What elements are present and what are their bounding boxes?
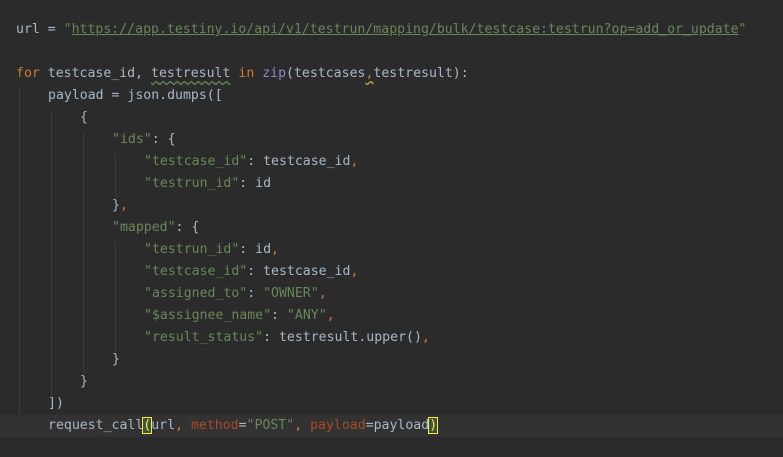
- code-text: : {: [151, 132, 176, 147]
- argument-url: url: [151, 418, 176, 433]
- code-line-mapped-testcase-id[interactable]: "testcase_id": testcase_id,: [144, 261, 358, 283]
- code-line-ids-testcase-id[interactable]: "testcase_id": testcase_id,: [144, 151, 358, 173]
- indent-guide: [115, 154, 116, 198]
- code-text: : testcase_id: [247, 264, 351, 279]
- code-text: : testcase_id: [247, 154, 351, 169]
- dict-key: "testrun_id": [144, 176, 240, 191]
- builtin-zip: zip: [262, 66, 287, 81]
- comma: ,: [318, 286, 327, 301]
- code-line-for-loop[interactable]: for testcase_id, testresult in zip(testc…: [16, 63, 469, 85]
- dict-key: "assigned_to": [144, 286, 248, 301]
- code-text: }: [112, 198, 120, 213]
- string-quote: ": [63, 22, 72, 37]
- code-line-result-status[interactable]: "result_status": testresult.upper(),: [144, 327, 430, 349]
- dict-key: "$assignee_name": [144, 308, 272, 323]
- comma: ,: [175, 418, 191, 433]
- code-line-close-mapped[interactable]: }: [112, 349, 120, 371]
- dict-key: "testcase_id": [144, 154, 248, 169]
- string-value: "POST": [246, 418, 295, 433]
- equals: =: [238, 418, 247, 433]
- dict-key: "testcase_id": [144, 264, 248, 279]
- comma: ,: [326, 308, 335, 323]
- code-editor[interactable]: url = "https://app.testiny.io/api/v1/tes…: [0, 0, 783, 457]
- comma: ,: [271, 242, 279, 257]
- named-param-method: method: [190, 418, 239, 433]
- comma: ,: [350, 264, 359, 279]
- dict-key: "result_status": [144, 330, 264, 345]
- dict-key: "mapped": [112, 220, 176, 235]
- code-line-close-list[interactable]: ]): [48, 393, 64, 415]
- code-line-close-ids[interactable]: },: [112, 195, 128, 217]
- loop-var-testcase-id: testcase_id: [47, 66, 136, 81]
- code-line-ids-testrun-id[interactable]: "testrun_id": id: [144, 173, 271, 195]
- code-text: : id: [239, 242, 272, 257]
- string-value: "ANY": [286, 308, 327, 323]
- named-param-payload: payload: [310, 418, 366, 433]
- code-line-open-brace[interactable]: {: [80, 107, 88, 129]
- indent-guide: [115, 242, 116, 352]
- code-line-mapped-testrun-id[interactable]: "testrun_id": id,: [144, 239, 279, 261]
- code-line-request-call-current[interactable]: request_call(url, method="POST", payload…: [0, 415, 783, 437]
- url-string-link[interactable]: https://app.testiny.io/api/v1/testrun/ma…: [72, 22, 739, 37]
- code-line-assigned-to[interactable]: "assigned_to": "OWNER",: [144, 283, 327, 305]
- code-line-url[interactable]: url = "https://app.testiny.io/api/v1/tes…: [16, 19, 746, 41]
- code-text: : testresult.upper(): [263, 330, 422, 345]
- operator: =: [39, 22, 64, 37]
- indent-guide: [19, 88, 20, 418]
- separator: ,: [135, 66, 152, 81]
- loop-var-testresult: testresult: [151, 66, 231, 81]
- string-value: "OWNER": [263, 286, 319, 301]
- code-line-ids-key[interactable]: "ids": {: [112, 129, 176, 151]
- dict-key: "testrun_id": [144, 242, 240, 257]
- function-call: request_call: [48, 418, 144, 433]
- keyword-in: in: [238, 66, 255, 81]
- comma: ,: [350, 154, 359, 169]
- bracket-match-close: ): [428, 417, 439, 434]
- code-text: : id: [239, 176, 272, 191]
- comma: ,: [421, 330, 430, 345]
- comma: ,: [294, 418, 311, 433]
- payload-value: =payload: [365, 418, 430, 433]
- indent-guide: [83, 132, 84, 374]
- code-line-mapped-key[interactable]: "mapped": {: [112, 217, 199, 239]
- comma: ,: [119, 198, 128, 213]
- dict-key: "ids": [112, 132, 152, 147]
- code-text: : {: [175, 220, 200, 235]
- string-quote: ": [738, 22, 747, 37]
- code-line-assignee-name[interactable]: "$assignee_name": "ANY",: [144, 305, 335, 327]
- code-line-close-dict[interactable]: }: [80, 371, 88, 393]
- zip-args-rest: testresult):: [373, 66, 469, 81]
- code-text: :: [247, 286, 264, 301]
- keyword-for: for: [16, 66, 40, 81]
- indent-guide: [51, 110, 52, 396]
- code-line-payload[interactable]: payload = json.dumps([: [48, 85, 223, 107]
- url-variable: url: [16, 22, 40, 37]
- code-text: :: [271, 308, 287, 323]
- zip-args: (testcases: [286, 66, 366, 81]
